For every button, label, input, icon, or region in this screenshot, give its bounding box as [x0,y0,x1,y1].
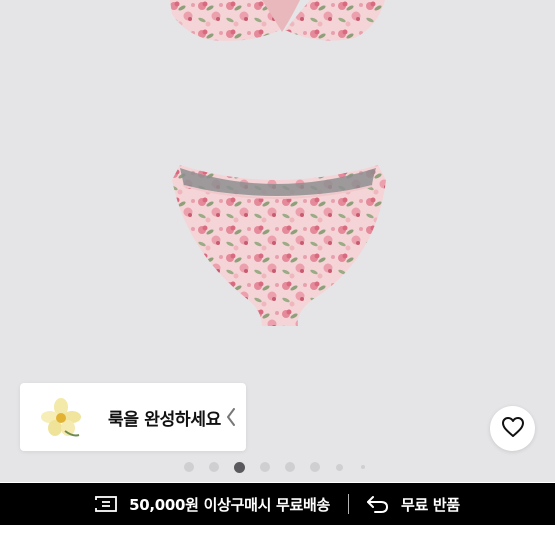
carousel-dot[interactable] [310,462,320,472]
carousel-dot[interactable] [260,462,270,472]
promo-bar: 50,000원 이상구매시 무료배송 무료 반품 [0,483,555,525]
free-shipping-promo: 50,000원 이상구매시 무료배송 [95,494,330,515]
heart-icon [501,416,525,442]
carousel-pager [184,461,365,473]
shipping-icon [95,496,117,512]
return-arrow-icon [367,495,389,513]
free-return-promo: 무료 반품 [367,494,460,515]
carousel-dot[interactable] [285,462,295,472]
complete-look-label: 룩을 완성하세요 [108,409,221,430]
carousel-dot[interactable] [209,462,219,472]
wishlist-button[interactable] [490,406,535,451]
complete-look-card[interactable]: 룩을 완성하세요 [20,383,246,451]
carousel-dot-active[interactable] [234,461,245,473]
free-shipping-text: 50,000원 이상구매시 무료배송 [129,495,330,514]
chevron-left-icon[interactable] [224,405,238,429]
free-return-text: 무료 반품 [401,495,460,514]
carousel-dot[interactable] [361,465,365,469]
promo-divider [348,494,349,514]
flower-thumbnail [32,388,90,446]
carousel-dot[interactable] [184,462,194,472]
carousel-dot[interactable] [336,463,343,471]
